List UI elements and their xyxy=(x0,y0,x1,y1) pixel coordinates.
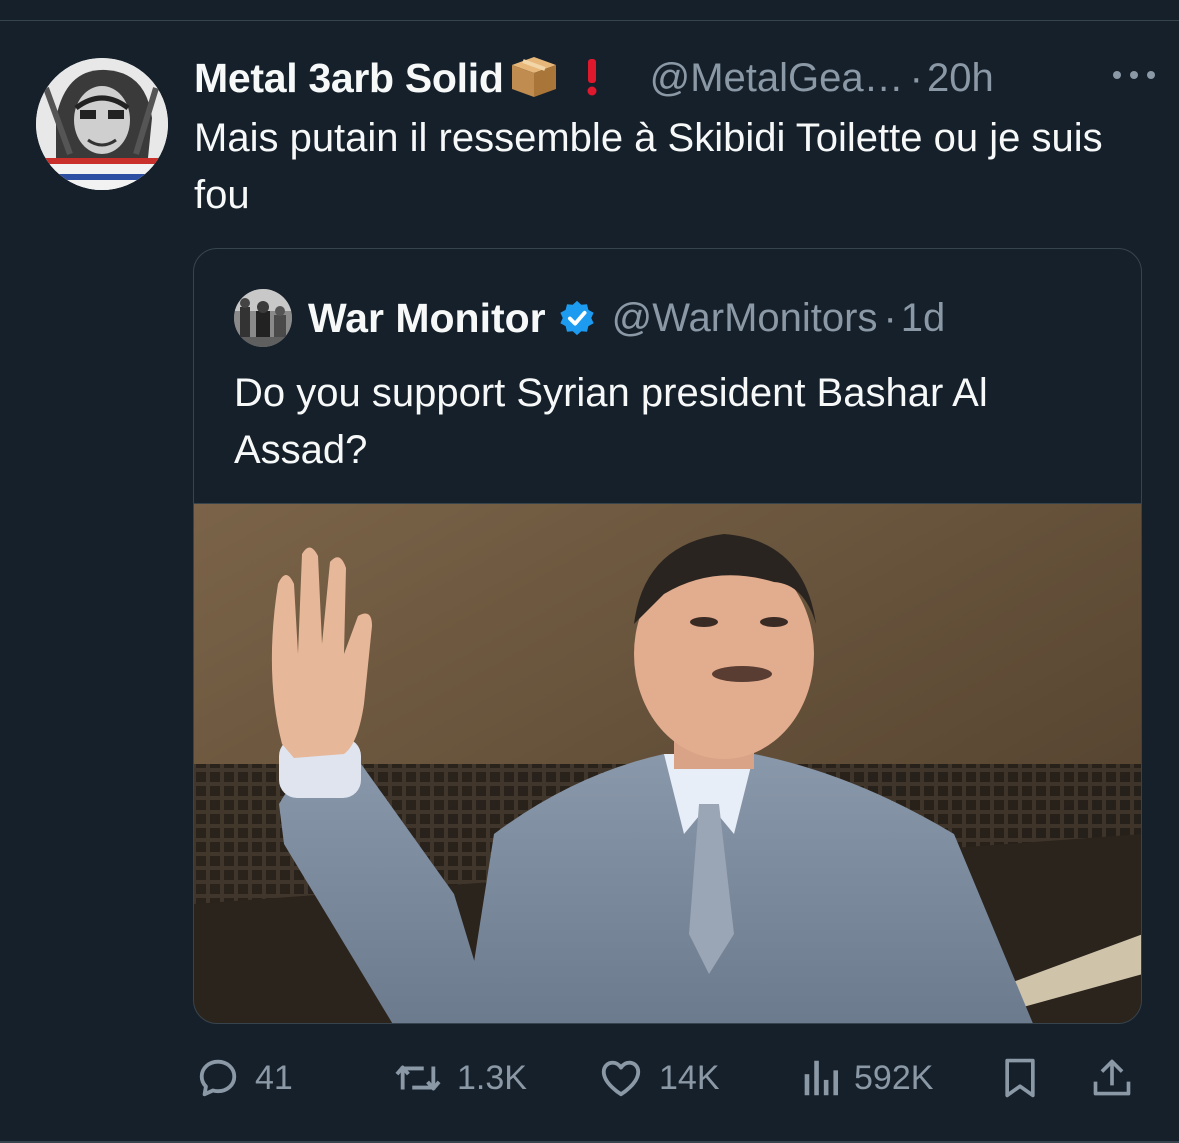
heart-icon xyxy=(601,1060,641,1097)
author-emojis xyxy=(508,53,608,104)
view-count: 592K xyxy=(854,1058,934,1097)
time-separator: · xyxy=(909,55,923,100)
bookmark-icon xyxy=(1005,1058,1035,1098)
more-options-button[interactable] xyxy=(1113,62,1155,88)
avatar-image xyxy=(36,58,168,190)
like-count: 14K xyxy=(659,1058,720,1097)
tweet-text: Mais putain il ressemble à Skibidi Toile… xyxy=(194,116,1103,217)
quoted-author-name: War Monitor xyxy=(308,294,546,341)
quoted-tweet-text: Do you support Syrian president Bashar A… xyxy=(234,371,988,472)
quoted-author-avatar xyxy=(234,289,292,347)
top-divider xyxy=(0,20,1179,21)
reply-count: 41 xyxy=(255,1058,293,1097)
author-name[interactable]: Metal 3arb Solid xyxy=(194,55,504,102)
share-upload-icon xyxy=(1093,1059,1131,1096)
tweet-header: Metal 3arb Solid @MetalGea… · 20h xyxy=(194,50,1139,106)
quoted-time-separator: · xyxy=(883,295,897,340)
more-horizontal-icon xyxy=(1113,71,1121,79)
views-button[interactable]: 592K xyxy=(800,1046,933,1110)
repost-arrows-icon xyxy=(395,1065,441,1091)
reply-bubble-icon xyxy=(199,1059,237,1097)
quoted-avatar-image xyxy=(234,289,292,347)
author-handle[interactable]: @MetalGea… xyxy=(650,56,904,101)
tweet-time[interactable]: 20h xyxy=(927,56,994,101)
repost-button[interactable]: 1.3K xyxy=(393,1046,527,1110)
bookmark-button[interactable] xyxy=(998,1046,1042,1110)
reply-button[interactable]: 41 xyxy=(195,1046,293,1110)
tweet-action-bar: 41 1.3K 14K 592K xyxy=(0,1046,1179,1110)
like-button[interactable]: 14K xyxy=(597,1046,720,1110)
quoted-author-handle: @WarMonitors xyxy=(611,295,878,340)
repost-count: 1.3K xyxy=(457,1058,527,1097)
analytics-bars-icon xyxy=(804,1060,839,1096)
package-emoji-and-exclamation-icon xyxy=(511,56,597,97)
quoted-tweet-header: War Monitor @WarMonitors · 1d xyxy=(234,289,945,347)
share-button[interactable] xyxy=(1090,1046,1134,1110)
quoted-tweet-time: 1d xyxy=(900,295,946,340)
photo-man-waving xyxy=(194,504,1141,1023)
author-avatar[interactable] xyxy=(36,58,168,190)
verified-badge-icon xyxy=(560,300,594,336)
quoted-tweet-card[interactable]: War Monitor @WarMonitors · 1d Do you sup… xyxy=(193,248,1142,1024)
quoted-tweet-photo[interactable] xyxy=(194,503,1141,1023)
